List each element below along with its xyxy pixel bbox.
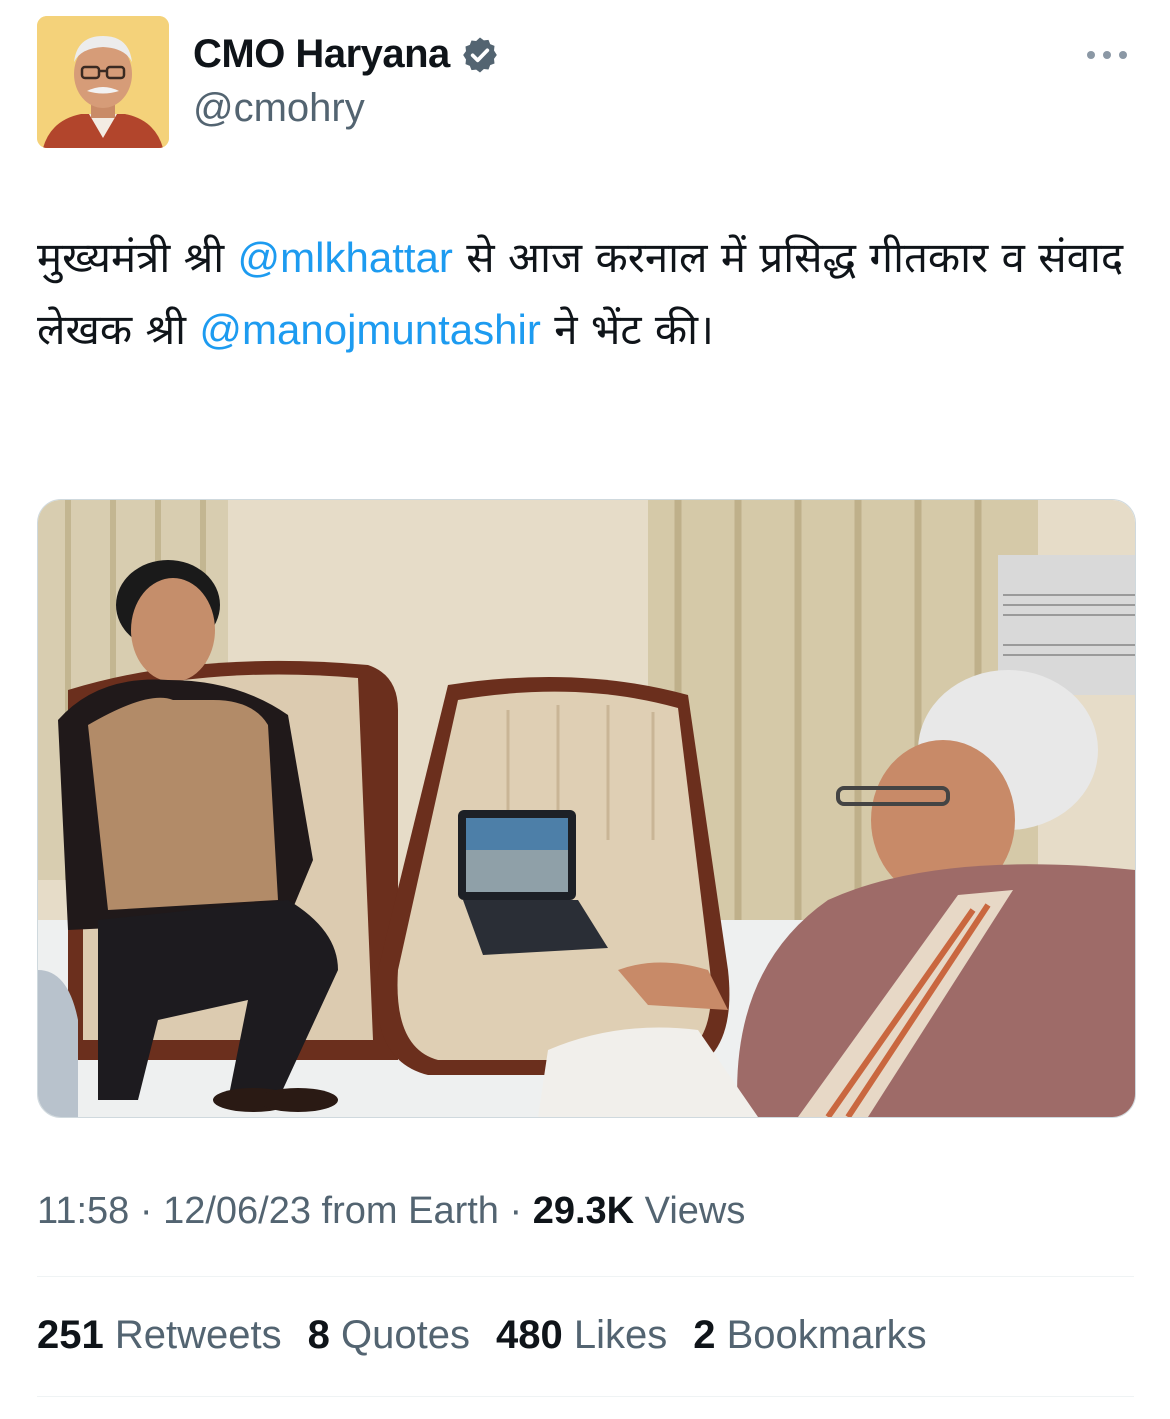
- tweet-time[interactable]: 11:58: [37, 1190, 129, 1232]
- avatar[interactable]: [37, 16, 169, 148]
- quotes-stat[interactable]: 8 Quotes: [308, 1313, 470, 1358]
- author-name-row[interactable]: CMO Haryana: [193, 32, 500, 77]
- bookmarks-stat[interactable]: 2 Bookmarks: [693, 1313, 926, 1358]
- verified-badge-icon: [460, 35, 500, 75]
- engagement-stats: 251 Retweets 8 Quotes 480 Likes 2 Bookma…: [37, 1313, 927, 1358]
- tweet-source: from Earth: [310, 1190, 499, 1232]
- stat-label: Quotes: [341, 1313, 470, 1357]
- stat-label: Bookmarks: [726, 1313, 927, 1357]
- meta-separator: ·: [498, 1190, 533, 1232]
- tweet-photo[interactable]: [37, 499, 1136, 1118]
- tweet-text-part: मुख्यमंत्री श्री: [37, 233, 238, 282]
- tweet-text-part: ने भेंट की।: [540, 305, 714, 354]
- tweet-meta: 11:58 · 12/06/23 from Earth · 29.3K View…: [37, 1190, 745, 1233]
- meta-separator: ·: [129, 1190, 164, 1232]
- tweet-date[interactable]: 12/06/23: [163, 1190, 311, 1232]
- divider: [37, 1396, 1134, 1397]
- mention-link[interactable]: @manojmuntashir: [199, 306, 540, 353]
- mention-link[interactable]: @mlkhattar: [238, 234, 453, 281]
- retweets-stat[interactable]: 251 Retweets: [37, 1313, 282, 1358]
- stat-count: 251: [37, 1313, 104, 1357]
- more-options-icon[interactable]: [1082, 40, 1132, 70]
- stat-count: 8: [307, 1313, 330, 1357]
- likes-stat[interactable]: 480 Likes: [496, 1313, 667, 1358]
- author-handle[interactable]: @cmohry: [193, 86, 365, 131]
- stat-count: 2: [693, 1313, 716, 1357]
- stat-count: 480: [495, 1313, 563, 1357]
- tweet-text: मुख्यमंत्री श्री @mlkhattar से आज करनाल …: [37, 222, 1127, 366]
- stat-label: Likes: [573, 1313, 668, 1357]
- divider: [37, 1276, 1134, 1277]
- stat-label: Retweets: [114, 1313, 282, 1357]
- views-label: Views: [634, 1190, 746, 1232]
- tweet: CMO Haryana @cmohry मुख्यमंत्री श्री @ml…: [0, 0, 1170, 1419]
- author-display-name[interactable]: CMO Haryana: [193, 32, 450, 77]
- views-count: 29.3K: [532, 1190, 635, 1232]
